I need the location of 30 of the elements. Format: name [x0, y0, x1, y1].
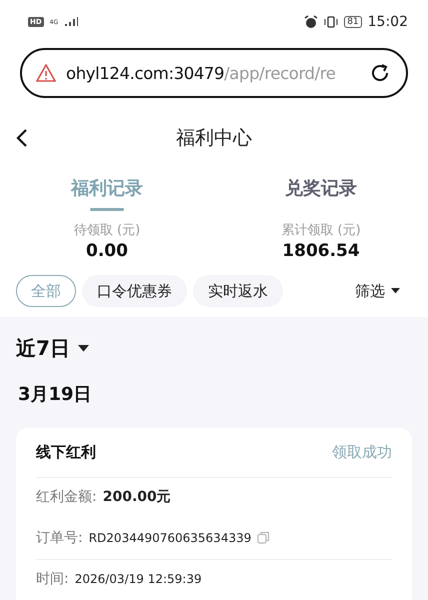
- order-number: RD2034490760635634339: [88, 530, 252, 544]
- tab[interactable]: 兑奖记录: [285, 176, 357, 200]
- filter-chip[interactable]: 口令优惠券: [82, 275, 187, 307]
- date-heading: 3月19日: [18, 383, 93, 406]
- stat-value: 0.00: [86, 241, 128, 261]
- period-dropdown[interactable]: 近7日: [16, 335, 89, 362]
- warning-icon: [36, 64, 56, 82]
- filter-chip[interactable]: 实时返水: [193, 275, 283, 307]
- url-text: ohyl124.com:30479/app/record/re: [66, 64, 337, 82]
- page-title: 福利中心: [176, 126, 252, 151]
- field-label: 红利金额:: [36, 488, 97, 506]
- stat-label: 累计领取 (元): [281, 222, 361, 239]
- time-value: 2026/03/19 12:59:39: [74, 572, 202, 586]
- record-title: 线下红利: [36, 443, 96, 462]
- battery-level: 81: [344, 16, 362, 28]
- stat-value: 1806.54: [282, 241, 360, 261]
- alarm-icon: [304, 15, 318, 29]
- caret-icon: [391, 288, 400, 294]
- field-label: 订单号:: [36, 528, 83, 546]
- address-bar[interactable]: ohyl124.com:30479/app/record/re: [20, 48, 408, 98]
- caret-icon: [78, 345, 89, 352]
- back-icon[interactable]: [16, 128, 28, 148]
- clock-time: 15:02: [368, 14, 408, 30]
- filter-button[interactable]: 筛选: [355, 282, 412, 300]
- field-label: 时间:: [36, 570, 69, 588]
- vibrate-icon: [324, 15, 338, 29]
- stat-label: 待领取 (元): [74, 222, 140, 239]
- record-status: 领取成功: [332, 443, 392, 462]
- signal-icon: [64, 17, 78, 27]
- amount-value: 200.00元: [102, 488, 171, 506]
